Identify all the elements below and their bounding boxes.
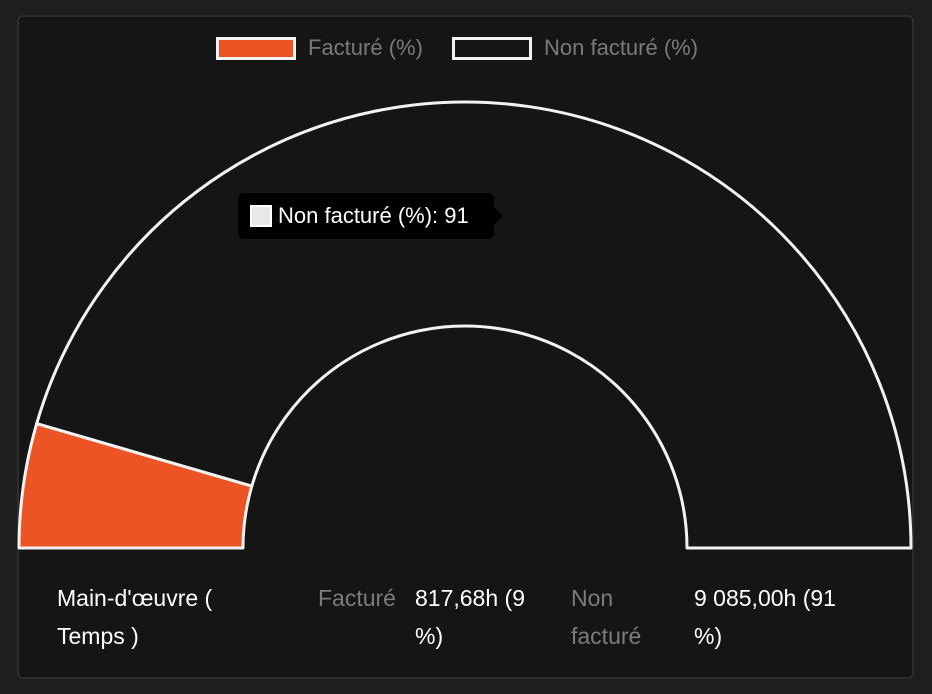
tooltip-swatch bbox=[250, 205, 272, 227]
facture-value: 817,68h (9 %) bbox=[415, 585, 525, 649]
non-facture-value: 9 085,00h (91 %) bbox=[694, 585, 836, 649]
chart-tooltip: Non facturé (%): 91 bbox=[238, 193, 503, 239]
category-label: Main-d'œuvre ( Temps ) bbox=[57, 585, 213, 649]
non-facture-label: Non facturé bbox=[571, 585, 642, 649]
facture-label: Facturé bbox=[318, 585, 396, 611]
tooltip-text: Non facturé (%): 91 bbox=[278, 203, 469, 228]
